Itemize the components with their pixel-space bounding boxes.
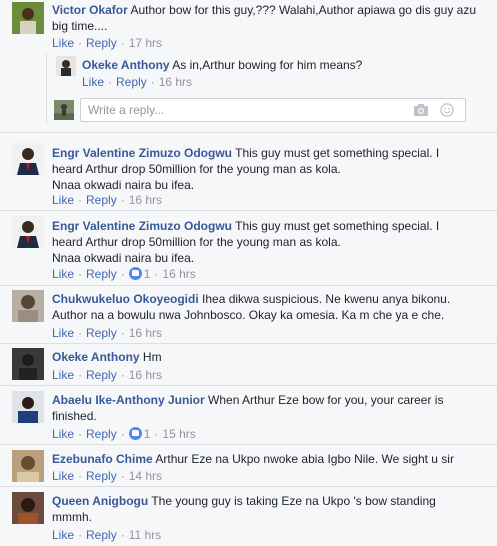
comment-time[interactable]: 11 hrs [129,528,161,542]
comment-actions: Like · Reply · 17 hrs [52,36,163,50]
comment-author[interactable]: Abaelu Ike-Anthony Junior [52,393,205,407]
comment-actions: Like · Reply · 16 hrs [82,75,193,89]
divider [0,343,497,344]
reply-link[interactable]: Reply [116,75,147,89]
current-user-avatar [54,100,74,120]
avatar[interactable] [12,290,44,322]
like-link[interactable]: Like [52,368,74,382]
comment-author[interactable]: Engr Valentine Zimuzo Odogwu [52,146,232,160]
comment-actions: Like · Reply · 16 hrs [52,193,163,207]
comment-author[interactable]: Okeke Anthony [82,58,170,72]
like-reaction-icon[interactable] [128,427,142,440]
reply-link[interactable]: Reply [86,36,117,50]
comment-time[interactable]: 16 hrs [129,368,162,382]
emoji-icon[interactable] [440,103,456,117]
reply-link[interactable]: Reply [86,326,117,340]
reply-link[interactable]: Reply [86,368,117,382]
divider [0,385,497,386]
reply-input[interactable] [81,99,381,121]
avatar[interactable] [12,216,44,248]
comment-actions: Like · Reply · 1 · 15 hrs [52,427,196,441]
reply-link[interactable]: Reply [86,427,117,441]
like-reaction-icon[interactable] [128,267,142,280]
comment-time[interactable]: 16 hrs [129,193,162,207]
like-link[interactable]: Like [52,193,74,207]
reply-link[interactable]: Reply [86,193,117,207]
like-link[interactable]: Like [82,75,104,89]
avatar[interactable] [56,56,76,76]
comment-text: Hm [142,350,162,364]
avatar[interactable] [12,391,44,423]
comment-author[interactable]: Victor Okafor [52,3,128,17]
comment-actions: Like · Reply · 1 · 16 hrs [52,267,196,281]
comment-actions: Like · Reply · 14 hrs [52,469,163,483]
divider [0,444,497,445]
avatar[interactable] [12,2,44,34]
comment-text: Arthur Eze na Ukpo nwoke abia Igbo Nile.… [155,452,454,466]
divider [0,210,497,211]
divider [0,285,497,286]
comment-time[interactable]: 16 hrs [129,326,162,340]
comment-author[interactable]: Queen Anigbogu [52,494,148,508]
reply-link[interactable]: Reply [86,267,117,281]
reply-link[interactable]: Reply [86,528,117,542]
like-link[interactable]: Like [52,36,74,50]
comment-text-line2: Nnaa okwadi naira bu ifea. [52,178,195,192]
thread-line [46,54,47,124]
avatar[interactable] [12,143,44,175]
comment-actions: Like · Reply · 11 hrs [52,528,162,542]
like-link[interactable]: Like [52,469,74,483]
reply-box [80,98,466,122]
comment-actions: Like · Reply · 16 hrs [52,368,163,382]
comment-author[interactable]: Okeke Anthony [52,350,140,364]
comment-time[interactable]: 14 hrs [129,469,162,483]
camera-icon[interactable] [413,103,429,117]
comment-time[interactable]: 17 hrs [129,36,162,50]
comment-author[interactable]: Chukwukeluo Okoyeogidi [52,292,199,306]
like-link[interactable]: Like [52,427,74,441]
comment-text: As in,Arthur bowing for him means? [172,58,363,72]
divider [0,132,497,133]
comment-text-line2: Nnaa okwadi naira bu ifea. [52,251,195,265]
comment-time[interactable]: 15 hrs [162,427,195,441]
avatar[interactable] [12,492,44,524]
avatar[interactable] [12,348,44,380]
divider [0,486,497,487]
comment-author[interactable]: Engr Valentine Zimuzo Odogwu [52,219,232,233]
comment-author[interactable]: Ezebunafo Chime [52,452,153,466]
comment-time[interactable]: 16 hrs [159,75,192,89]
comment-actions: Like · Reply · 16 hrs [52,326,163,340]
like-link[interactable]: Like [52,267,74,281]
comment-time[interactable]: 16 hrs [162,267,195,281]
like-link[interactable]: Like [52,326,74,340]
reply-link[interactable]: Reply [86,469,117,483]
like-link[interactable]: Like [52,528,74,542]
avatar[interactable] [12,450,44,482]
